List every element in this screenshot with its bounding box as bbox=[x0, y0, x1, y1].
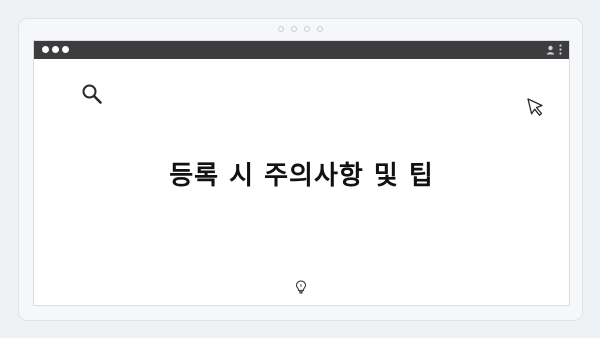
page-title: 등록 시 주의사항 및 팁 bbox=[169, 161, 434, 191]
device-indicator-dots bbox=[19, 26, 582, 32]
indicator-dot bbox=[317, 26, 323, 32]
minimize-window-button[interactable] bbox=[52, 46, 59, 53]
indicator-dot bbox=[278, 26, 284, 32]
titlebar-actions bbox=[546, 44, 562, 55]
page-content: 등록 시 주의사항 및 팁 bbox=[34, 59, 569, 305]
indicator-dot bbox=[291, 26, 297, 32]
maximize-window-button[interactable] bbox=[62, 46, 69, 53]
cursor-arrow-icon bbox=[526, 97, 546, 121]
browser-window: 등록 시 주의사항 및 팁 bbox=[33, 40, 570, 306]
browser-titlebar bbox=[34, 41, 569, 59]
close-window-button[interactable] bbox=[42, 46, 49, 53]
profile-icon[interactable] bbox=[546, 45, 555, 55]
indicator-dot bbox=[304, 26, 310, 32]
search-icon[interactable] bbox=[81, 83, 103, 109]
window-controls bbox=[42, 46, 69, 53]
lightbulb-icon bbox=[295, 279, 307, 298]
kebab-menu-icon[interactable] bbox=[559, 44, 562, 55]
